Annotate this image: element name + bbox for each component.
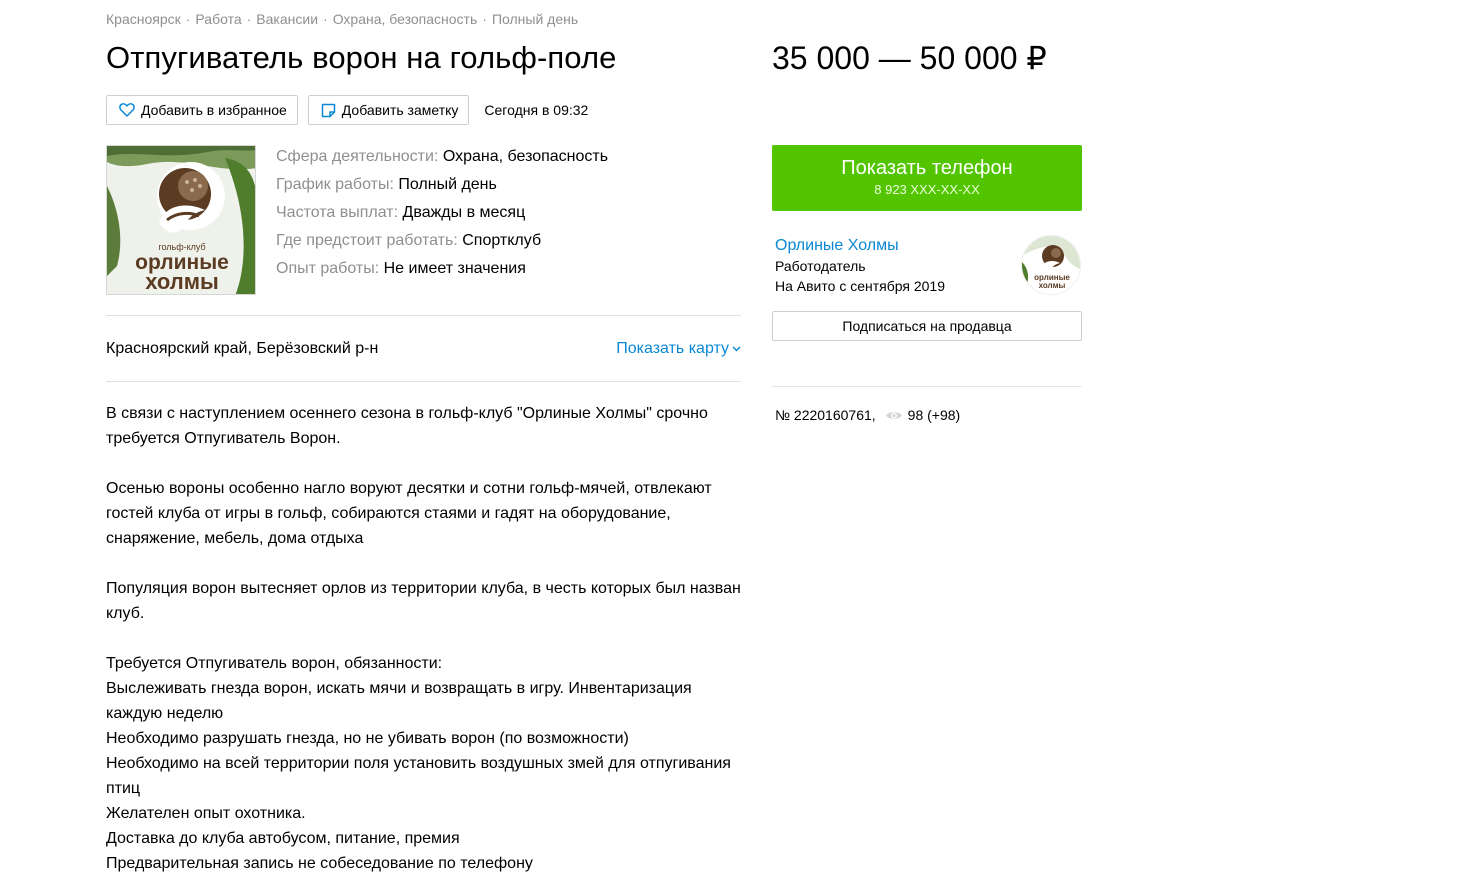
param-schedule: График работы: Полный день: [276, 176, 497, 193]
breadcrumb-item-work[interactable]: Работа: [195, 11, 241, 27]
note-icon: [321, 103, 336, 117]
add-note-label: Добавить заметку: [341, 102, 459, 118]
company-logo-image[interactable]: гольф-клуб орлиные холмы: [106, 145, 256, 295]
breadcrumb-separator: ·: [185, 11, 191, 27]
seller-logo-icon: орлиные холмы: [1022, 236, 1080, 294]
breadcrumb-item-vacancies[interactable]: Вакансии: [256, 11, 318, 27]
add-note-button[interactable]: Добавить заметку: [307, 95, 470, 125]
location-address: Красноярский край, Берёзовский р-н: [106, 340, 379, 357]
breadcrumb-separator: ·: [323, 11, 328, 27]
price-range: 35 000 — 50 000 ₽: [772, 40, 1047, 76]
item-meta: № 2220160761, 98 (+98): [775, 407, 960, 423]
svg-text:холмы: холмы: [1039, 281, 1066, 290]
description-paragraph: В связи с наступлением осеннего сезона в…: [106, 405, 708, 447]
breadcrumb-item-city[interactable]: Красноярск: [106, 11, 181, 27]
eye-icon: [885, 411, 902, 419]
divider: [106, 381, 741, 382]
breadcrumb-item-schedule[interactable]: Полный день: [492, 11, 578, 27]
param-sphere: Сфера деятельности: Охрана, безопасность: [276, 148, 609, 165]
job-parameters: Сфера деятельности: Охрана, безопасность…: [276, 143, 608, 283]
show-phone-label: Показать телефон: [841, 157, 1013, 179]
divider: [106, 315, 741, 316]
listing-actions: Добавить в избранное Добавить заметку Се…: [106, 95, 588, 125]
show-map-label: Показать карту: [616, 340, 729, 357]
description-line: Предварительная запись не собеседование …: [106, 855, 533, 872]
seller-avatar[interactable]: орлиные холмы: [1021, 235, 1081, 295]
show-phone-button[interactable]: Показать телефон 8 923 XXX-XX-XX: [772, 145, 1082, 211]
description-line: Необходимо на всей территории поля устан…: [106, 755, 731, 797]
seller-card: Орлиные Холмы Работодатель На Авито с се…: [775, 235, 1082, 296]
show-map-link[interactable]: Показать карту: [616, 340, 741, 358]
listing-description: В связи с наступлением осеннего сезона в…: [106, 401, 746, 876]
golf-club-logo-icon: гольф-клуб орлиные холмы: [107, 146, 255, 294]
param-experience: Опыт работы: Не имеет значения: [276, 260, 526, 277]
breadcrumb-item-category[interactable]: Охрана, безопасность: [333, 11, 478, 27]
param-payout-frequency: Частота выплат: Дважды в месяц: [276, 204, 526, 221]
view-count: 98 (+98): [907, 407, 961, 423]
description-line: Доставка до клуба автобусом, питание, пр…: [106, 830, 460, 847]
breadcrumb: Красноярск · Работа · Вакансии · Охрана, безоп…: [106, 11, 578, 27]
description-line: Выслеживать гнезда ворон, искать мячи и …: [106, 680, 692, 722]
subscribe-to-seller-button[interactable]: Подписаться на продавца: [772, 311, 1082, 341]
divider: [772, 386, 1082, 387]
svg-text:холмы: холмы: [145, 269, 219, 294]
description-line: Необходимо разрушать гнезда, но не убива…: [106, 730, 629, 747]
masked-phone-number: 8 923 XXX-XX-XX: [874, 182, 980, 197]
breadcrumb-separator: ·: [246, 11, 252, 27]
heart-icon: [119, 103, 135, 117]
param-workplace: Где предстоит работать: Спортклуб: [276, 232, 542, 249]
breadcrumb-separator: ·: [482, 11, 487, 27]
location-row: Красноярский край, Берёзовский р-н Показ…: [106, 337, 741, 361]
page-title: Отпугиватель ворон на гольф-поле: [106, 40, 617, 75]
item-number: № 2220160761,: [775, 407, 876, 423]
add-to-favorites-label: Добавить в избранное: [141, 102, 287, 118]
posted-date: Сегодня в 09:32: [484, 102, 589, 118]
add-to-favorites-button[interactable]: Добавить в избранное: [106, 95, 298, 125]
chevron-down-icon: [732, 346, 741, 352]
description-line: Требуется Отпугиватель ворон, обязанност…: [106, 655, 443, 672]
description-paragraph: Популяция ворон вытесняет орлов из терри…: [106, 580, 741, 622]
description-line: Желателен опыт охотника.: [106, 805, 306, 822]
description-paragraph: Осенью вороны особенно нагло воруют деся…: [106, 480, 712, 547]
